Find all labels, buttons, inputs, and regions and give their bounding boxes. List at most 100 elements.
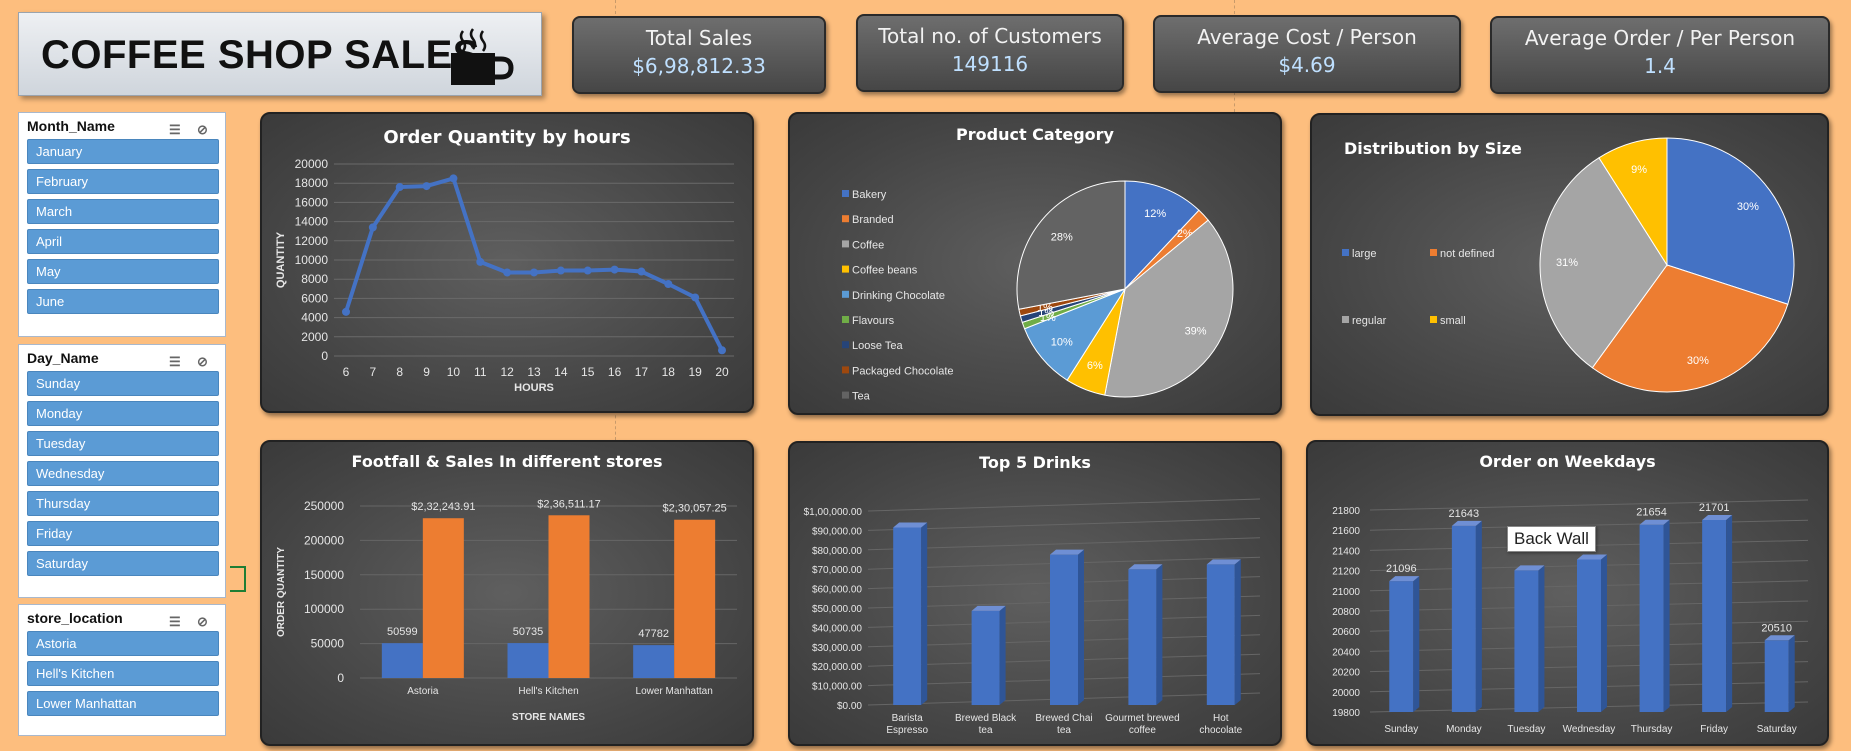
- slicer-item-february[interactable]: February: [27, 169, 219, 194]
- bar-chart-svg: 0 50000 100000 150000 200000 250000 ORDER QUAN…: [276, 498, 737, 723]
- bar: [381, 643, 423, 678]
- y-tick-label: 4000: [301, 311, 328, 325]
- data-label: $2,32,243.91: [411, 501, 475, 513]
- kpi-average-cost: Average Cost / Person $4.69: [1153, 15, 1461, 93]
- x-tick-label: Saturday: [1757, 724, 1797, 735]
- pie-slice-label: 6%: [1087, 360, 1103, 372]
- slicer-item-saturday[interactable]: Saturday: [27, 551, 219, 576]
- data-point: [718, 346, 726, 355]
- bar: [507, 643, 549, 678]
- y-axis-label: QUANTITY: [275, 231, 287, 288]
- bar-side: [1726, 514, 1733, 712]
- chart-order-on-weekdays[interactable]: Order on Weekdays 19800 20000 20200 20400 20…: [1306, 440, 1829, 746]
- chart-footfall-sales-stores[interactable]: Footfall & Sales In different stores 0 50…: [260, 440, 754, 746]
- slicer-item-astoria[interactable]: Astoria: [27, 631, 219, 656]
- slicer-month: Month_Name ☰ ⊘ January February March Ap…: [18, 112, 226, 337]
- x-tick-label: Barista: [892, 713, 924, 724]
- x-tick-label: 13: [527, 365, 541, 379]
- x-tick-label: Hot: [1213, 713, 1229, 724]
- bar: [1128, 569, 1157, 705]
- y-tick-label: $1,00,000.00: [804, 507, 863, 518]
- clear-filter-icon[interactable]: ⊘: [197, 609, 208, 635]
- chart-order-by-hours[interactable]: Order Quantity by hours 0 2000 4000 6000 800…: [260, 112, 754, 413]
- legend-swatch: [1342, 316, 1349, 323]
- bar: [1577, 559, 1601, 712]
- kpi-label: Total no. of Customers: [878, 24, 1102, 48]
- x-tick-label: Thursday: [1631, 724, 1673, 735]
- slicer-item-january[interactable]: January: [27, 139, 219, 164]
- legend-swatch: [842, 215, 849, 223]
- slicer-item-april[interactable]: April: [27, 229, 219, 254]
- x-tick-label: 6: [343, 365, 350, 379]
- kpi-total-customers: Total no. of Customers 149116: [856, 14, 1124, 92]
- multi-select-icon[interactable]: ☰: [169, 609, 181, 635]
- data-point: [395, 183, 404, 192]
- data-point: [449, 174, 458, 183]
- kpi-total-sales: Total Sales $6,98,812.33: [572, 16, 826, 94]
- legend-swatch: [842, 391, 849, 399]
- legend-swatch: [842, 290, 849, 298]
- bar-side: [1156, 564, 1163, 705]
- legend-label: Branded: [852, 214, 894, 226]
- legend-swatch: [842, 366, 849, 374]
- bar-side: [1078, 549, 1084, 705]
- data-point: [583, 266, 592, 275]
- x-tick-label: Espresso: [886, 725, 928, 736]
- slicer-item-sunday[interactable]: Sunday: [27, 371, 219, 396]
- data-label: 21643: [1449, 508, 1480, 520]
- slicer-item-march[interactable]: March: [27, 199, 219, 224]
- slicer-item-may[interactable]: May: [27, 259, 219, 284]
- slicer-item-lower-manhattan[interactable]: Lower Manhattan: [27, 691, 219, 716]
- slicer-item-june[interactable]: June: [27, 289, 219, 314]
- x-tick-label: Sunday: [1384, 724, 1418, 735]
- data-point: [664, 280, 673, 288]
- chart-top-5-drinks[interactable]: Top 5 Drinks $0.00 $10,000.00 $20,000.00 $3…: [788, 441, 1282, 746]
- legend-swatch: [842, 240, 849, 248]
- x-tick-label: Monday: [1446, 724, 1482, 735]
- bar: [1050, 554, 1078, 705]
- y-tick-label: 21200: [1332, 567, 1360, 578]
- slicer-item-hells-kitchen[interactable]: Hell's Kitchen: [27, 661, 219, 686]
- bar-side: [1788, 635, 1795, 712]
- y-tick-label: 21800: [1332, 506, 1360, 517]
- coffee-cup-icon: [451, 28, 514, 85]
- y-tick-label: $40,000.00: [812, 623, 862, 634]
- x-tick-label: 20: [715, 365, 729, 379]
- y-tick-label: 20600: [1332, 627, 1360, 638]
- legend-label: Drinking Chocolate: [852, 290, 945, 302]
- slicer-item-tuesday[interactable]: Tuesday: [27, 431, 219, 456]
- y-tick-label: 20400: [1332, 647, 1360, 658]
- x-tick-label: 12: [500, 365, 514, 379]
- legend-label: regular: [1352, 315, 1387, 327]
- x-tick-label: Friday: [1700, 724, 1728, 735]
- kpi-value: $4.69: [1278, 53, 1336, 77]
- y-tick-label: 19800: [1332, 708, 1360, 719]
- x-tick-label: Lower Manhattan: [636, 686, 713, 697]
- data-label: $2,36,511.17: [537, 498, 600, 510]
- y-tick-label: $50,000.00: [812, 604, 862, 615]
- legend-swatch: [842, 265, 849, 273]
- pie-slice-label: 30%: [1687, 355, 1709, 367]
- slicer-item-wednesday[interactable]: Wednesday: [27, 461, 219, 486]
- bar-chart-svg: 19800 20000 20200 20400 20600 20800 21000 21200…: [1332, 499, 1809, 735]
- bar-side: [999, 605, 1006, 705]
- clear-filter-icon[interactable]: ⊘: [197, 117, 208, 143]
- multi-select-icon[interactable]: ☰: [169, 349, 181, 375]
- y-tick-label: 20000: [1332, 688, 1360, 699]
- gridline: [867, 498, 1261, 512]
- y-tick-label: 200000: [304, 533, 344, 547]
- y-tick-label: $80,000.00: [812, 546, 862, 557]
- x-axis-label: STORE NAMES: [512, 712, 585, 723]
- data-point: [503, 268, 512, 277]
- chart-product-category[interactable]: Product Category Bakery Branded Coffee Coff…: [788, 112, 1282, 415]
- clear-filter-icon[interactable]: ⊘: [197, 349, 208, 375]
- dashboard-title-box: COFFEE SHOP SALES: [18, 12, 542, 96]
- slicer-item-friday[interactable]: Friday: [27, 521, 219, 546]
- chart-distribution-by-size[interactable]: Distribution by Size large not defined reg…: [1310, 113, 1829, 416]
- y-tick-label: 20000: [295, 157, 329, 171]
- pie-chart-svg: Bakery Branded Coffee Coffee beans Drinking …: [842, 180, 1234, 403]
- y-tick-label: 100000: [304, 602, 344, 616]
- multi-select-icon[interactable]: ☰: [169, 117, 181, 143]
- slicer-item-monday[interactable]: Monday: [27, 401, 219, 426]
- slicer-item-thursday[interactable]: Thursday: [27, 491, 219, 516]
